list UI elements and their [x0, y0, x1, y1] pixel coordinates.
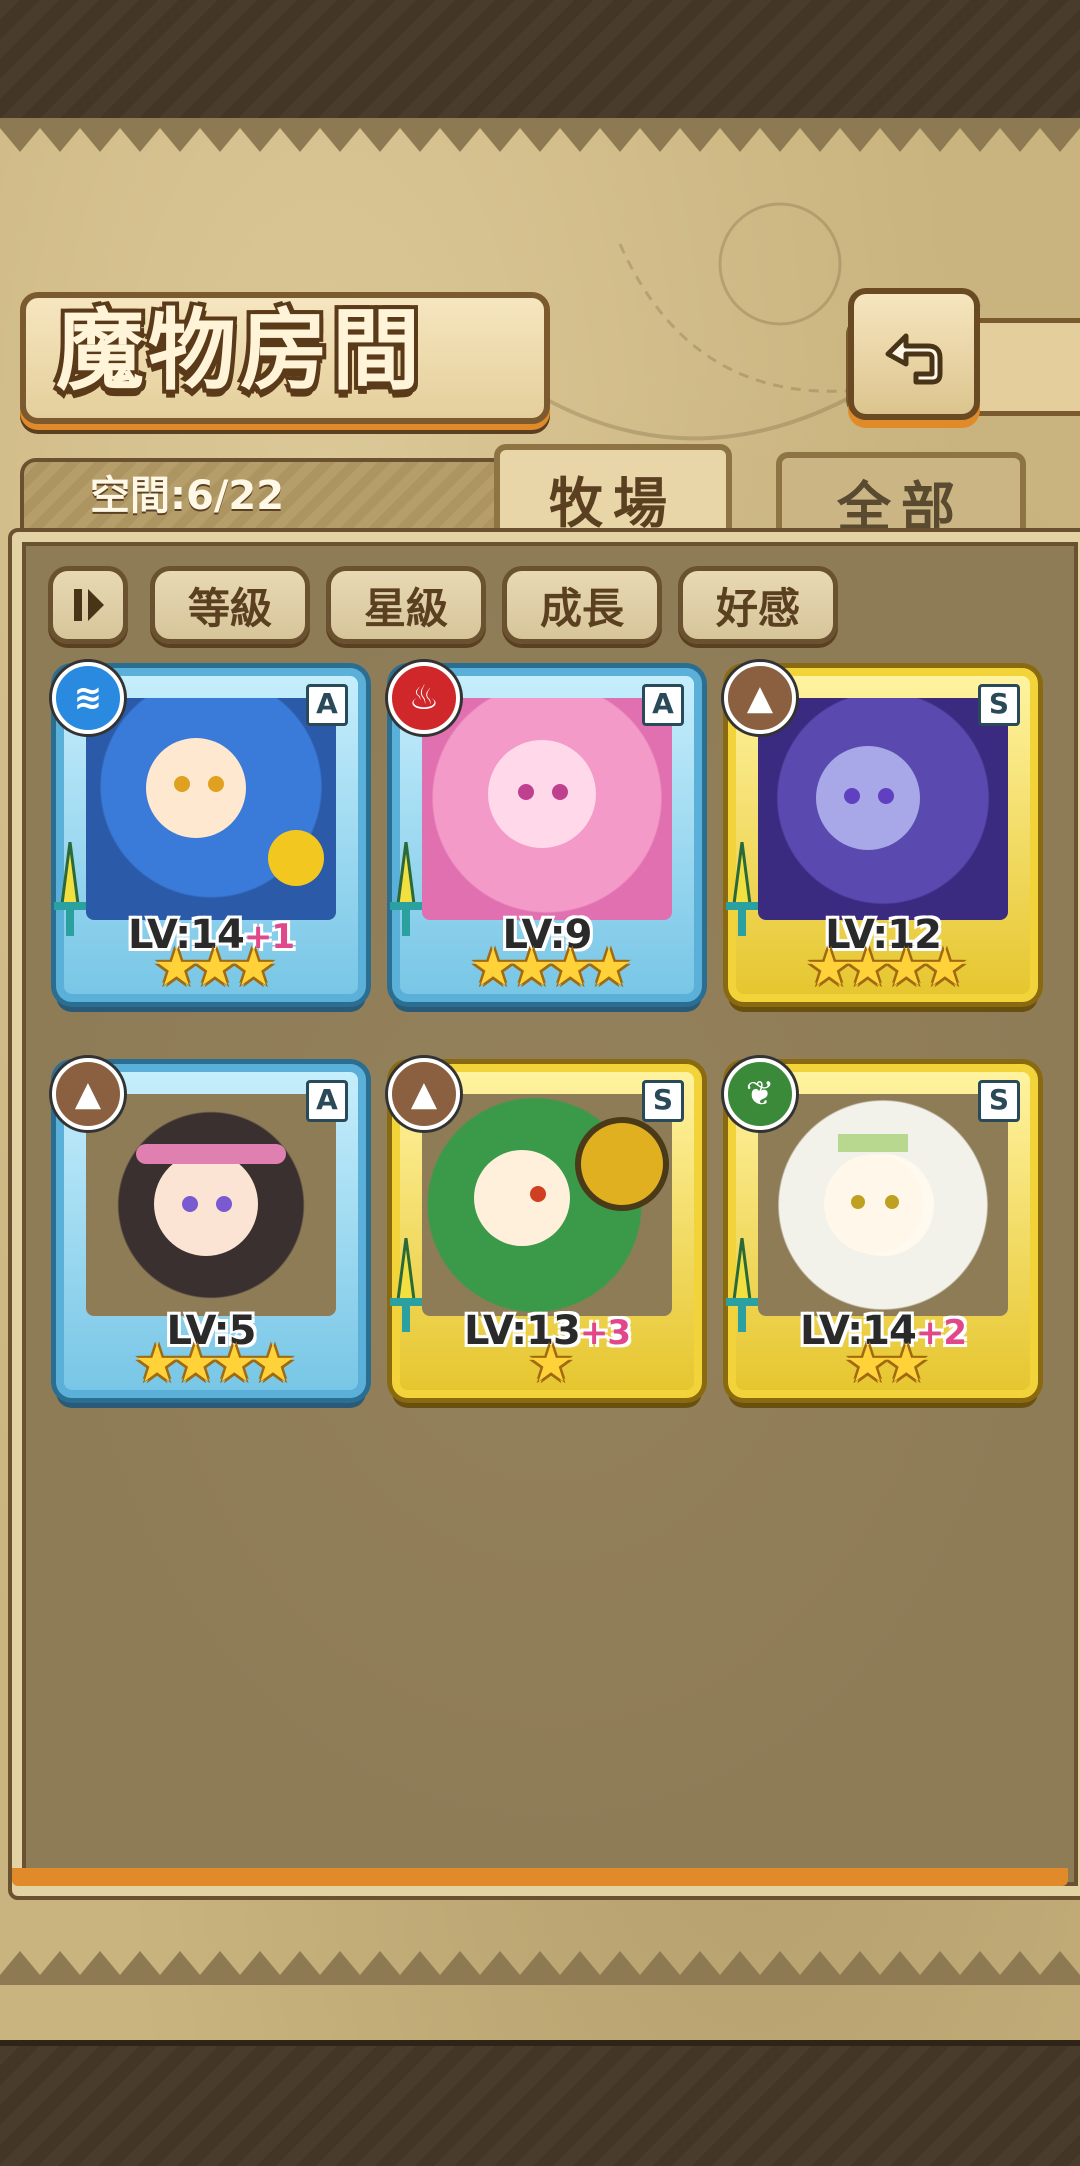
rank-badge: A [642, 684, 684, 726]
monster-portrait [758, 1094, 1008, 1316]
back-button[interactable] [848, 288, 980, 420]
panel-bottom-strip [12, 1868, 1068, 1886]
star-rating: ★★ [844, 1334, 929, 1394]
zigzag-border-bottom [0, 1951, 1080, 1985]
rank-badge: A [306, 1080, 348, 1122]
monster-portrait [422, 698, 672, 920]
zigzag-border-top [0, 118, 1080, 152]
monster-card[interactable]: ≋ A LV:14+1 ★★★ [52, 662, 366, 1002]
sort-growth-button[interactable]: 成長 [502, 566, 662, 644]
star-rating: ★ [527, 1334, 575, 1394]
monster-portrait [86, 1094, 336, 1316]
star-rating: ★★★ [153, 938, 277, 998]
page-title: 魔物房間 [56, 299, 425, 402]
star-rating: ★★★★ [805, 938, 968, 998]
earth-element-icon: ▲ [52, 1058, 124, 1130]
monster-card[interactable]: ♨ A LV:9 ★★★★ [388, 662, 702, 1002]
monster-card[interactable]: ▲ S LV:13+3 ★ [388, 1058, 702, 1398]
rank-badge: S [642, 1080, 684, 1122]
monster-portrait [758, 698, 1008, 920]
star-rating: ★★★★ [469, 938, 632, 998]
monster-portrait [86, 698, 336, 920]
space-counter: 空間:6/22 [90, 473, 285, 519]
rank-badge: S [978, 684, 1020, 726]
monster-portrait [422, 1094, 672, 1316]
earth-element-icon: ▲ [388, 1058, 460, 1130]
top-decor-band [0, 0, 1080, 124]
tab-ranch[interactable]: 牧場 [494, 444, 732, 546]
earth-element-icon: ▲ [724, 662, 796, 734]
sort-affection-button[interactable]: 好感 [678, 566, 838, 644]
water-element-icon: ≋ [52, 662, 124, 734]
bottom-decor-band [0, 2040, 1080, 2166]
monster-card[interactable]: ▲ A LV:5 ★★★★ [52, 1058, 366, 1398]
monster-card[interactable]: ▲ S LV:12 ★★★★ [724, 662, 1038, 1002]
rank-badge: A [306, 684, 348, 726]
back-arrow-icon [885, 333, 943, 385]
fire-element-icon: ♨ [388, 662, 460, 734]
rank-badge: S [978, 1080, 1020, 1122]
star-rating: ★★★★ [133, 1334, 296, 1394]
sort-toggle-button[interactable] [48, 566, 128, 644]
monster-card[interactable]: ❦ S LV:14+2 ★★ [724, 1058, 1038, 1398]
pause-icon [74, 589, 104, 621]
sort-star-button[interactable]: 星級 [326, 566, 486, 644]
wind-element-icon: ❦ [724, 1058, 796, 1130]
sort-level-button[interactable]: 等級 [150, 566, 310, 644]
